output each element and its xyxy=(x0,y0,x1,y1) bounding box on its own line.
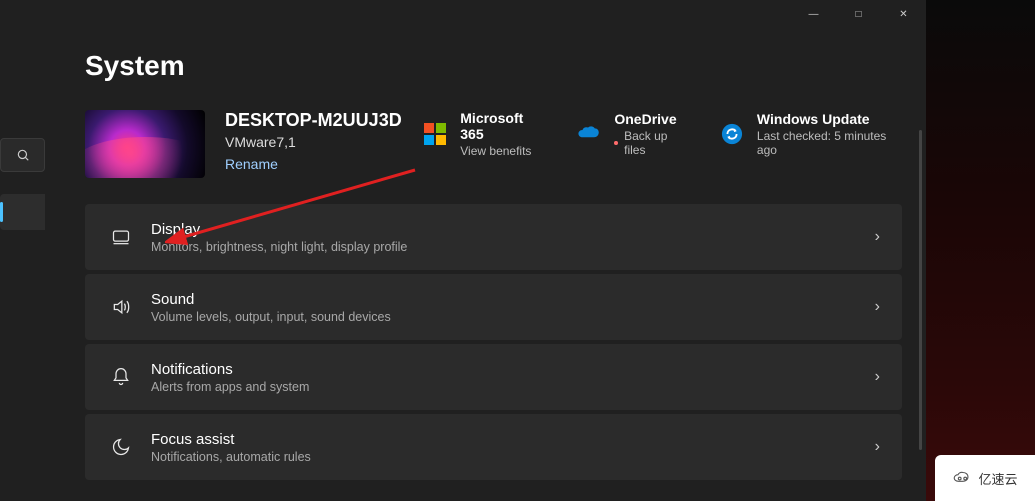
item-sub: Alerts from apps and system xyxy=(151,380,875,394)
item-title: Display xyxy=(151,221,875,238)
sidebar xyxy=(0,30,45,501)
item-title: Focus assist xyxy=(151,431,875,448)
display-icon xyxy=(107,227,135,247)
close-button[interactable]: ✕ xyxy=(881,0,926,28)
device-name: DESKTOP-M2UUJ3D xyxy=(225,110,402,132)
card-sub: Back up files xyxy=(614,129,688,157)
card-windows-update[interactable]: Windows Update Last checked: 5 minutes a… xyxy=(718,111,902,157)
item-notifications[interactable]: Notifications Alerts from apps and syste… xyxy=(85,344,902,410)
search-button[interactable] xyxy=(0,138,45,172)
card-sub: View benefits xyxy=(460,144,546,158)
microsoft365-icon xyxy=(422,120,449,148)
item-title: Sound xyxy=(151,291,875,308)
card-title: Microsoft 365 xyxy=(460,110,546,142)
content-area: System DESKTOP-M2UUJ3D VMware7,1 Rename … xyxy=(45,30,926,501)
card-microsoft365[interactable]: Microsoft 365 View benefits xyxy=(422,110,546,158)
chevron-right-icon: › xyxy=(875,368,880,386)
watermark: 亿速云 xyxy=(935,455,1035,501)
item-display[interactable]: Display Monitors, brightness, night ligh… xyxy=(85,204,902,270)
card-title: OneDrive xyxy=(614,111,688,127)
scrollbar[interactable] xyxy=(919,130,922,450)
focus-assist-icon xyxy=(107,437,135,457)
windows-update-icon xyxy=(718,120,745,148)
sidebar-item-system[interactable] xyxy=(0,194,45,230)
chevron-right-icon: › xyxy=(875,228,880,246)
chevron-right-icon: › xyxy=(875,438,880,456)
item-sub: Volume levels, output, input, sound devi… xyxy=(151,310,875,324)
item-sub: Monitors, brightness, night light, displ… xyxy=(151,240,875,254)
sound-icon xyxy=(107,297,135,317)
search-icon xyxy=(16,148,30,162)
card-onedrive[interactable]: OneDrive Back up files xyxy=(576,111,688,157)
minimize-button[interactable]: — xyxy=(791,0,836,28)
onedrive-icon xyxy=(576,120,603,148)
page-title: System xyxy=(85,50,902,82)
card-title: Windows Update xyxy=(757,111,902,127)
desktop-background xyxy=(926,0,1035,501)
titlebar: — □ ✕ xyxy=(0,0,926,30)
settings-window: — □ ✕ System DESKTOP-M2UUJ3D VMware7,1 R… xyxy=(0,0,926,501)
card-sub: Last checked: 5 minutes ago xyxy=(757,129,902,157)
maximize-button[interactable]: □ xyxy=(836,0,881,28)
item-sound[interactable]: Sound Volume levels, output, input, soun… xyxy=(85,274,902,340)
settings-list: Display Monitors, brightness, night ligh… xyxy=(85,204,902,480)
item-title: Notifications xyxy=(151,361,875,378)
device-model: VMware7,1 xyxy=(225,134,402,150)
rename-link[interactable]: Rename xyxy=(225,156,278,172)
item-sub: Notifications, automatic rules xyxy=(151,450,875,464)
item-focus-assist[interactable]: Focus assist Notifications, automatic ru… xyxy=(85,414,902,480)
wallpaper-thumbnail[interactable] xyxy=(85,110,205,178)
device-header: DESKTOP-M2UUJ3D VMware7,1 Rename Microso… xyxy=(85,110,902,178)
notifications-icon xyxy=(107,367,135,387)
chevron-right-icon: › xyxy=(875,298,880,316)
